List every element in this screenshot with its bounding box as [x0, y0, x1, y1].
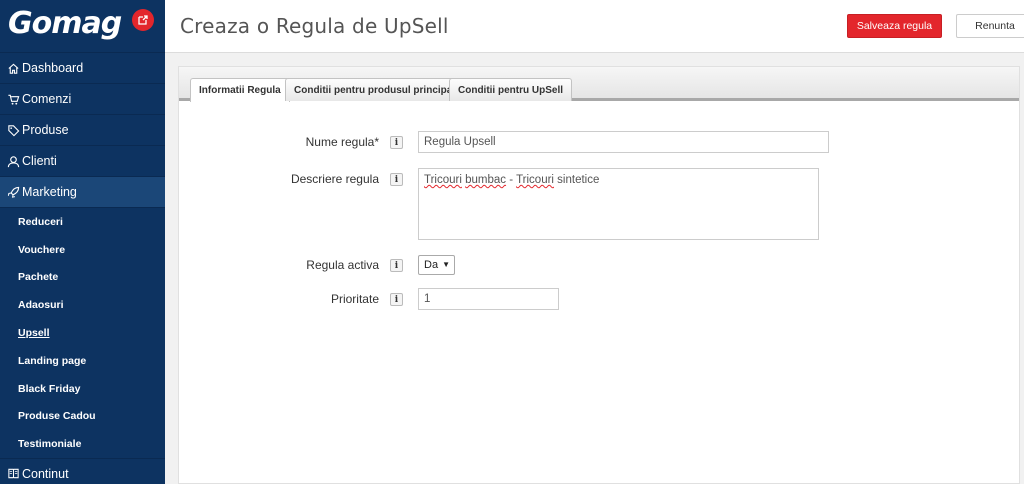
sidebar-item-label: Continut [22, 466, 69, 481]
sidebar: Gomag Dashboard Comenzi Produse Clienti … [0, 0, 165, 484]
info-icon[interactable]: i [390, 293, 403, 306]
home-icon [7, 62, 20, 75]
sidebar-item-label: Clienti [22, 154, 57, 168]
submenu-item-landing-page[interactable]: Landing page [0, 347, 165, 375]
submenu-item-upsell[interactable]: Upsell [0, 319, 165, 347]
info-icon[interactable]: i [390, 173, 403, 186]
rocket-icon [7, 186, 20, 199]
description-word: sintetice [553, 174, 600, 186]
sidebar-item-label: Produse [22, 123, 69, 137]
page-title: Creaza o Regula de UpSell [180, 14, 449, 38]
submenu-item-label: Upsell [18, 327, 50, 340]
tab-conditii-upsell[interactable]: Conditii pentru UpSell [449, 78, 572, 101]
tag-icon [7, 124, 20, 137]
sidebar-item-comenzi[interactable]: Comenzi [0, 84, 165, 115]
submenu-item-produse-cadou[interactable]: Produse Cadou [0, 403, 165, 431]
sidebar-item-continut[interactable]: Continut [0, 458, 165, 484]
sidebar-item-label: Marketing [22, 185, 77, 199]
description-textarea[interactable]: Tricouri bumbac - Tricouri sintetice [418, 168, 819, 240]
name-label: Nume regula* [305, 135, 379, 149]
tab-bar: Informatii Regula Conditii pentru produs… [179, 67, 1019, 102]
sidebar-item-label: Comenzi [22, 92, 72, 106]
submenu-item-label: Reduceri [18, 215, 63, 228]
info-icon[interactable]: i [390, 136, 403, 149]
content-panel: Informatii Regula Conditii pentru produs… [178, 66, 1020, 484]
description-word: bumbac [465, 174, 507, 186]
submenu-item-label: Testimoniale [18, 438, 82, 451]
logo[interactable]: Gomag [8, 6, 122, 41]
cancel-button[interactable]: Renunta [956, 14, 1024, 38]
submenu-item-label: Adaosuri [18, 299, 64, 312]
page-header: Creaza o Regula de UpSell Salveaza regul… [165, 0, 1024, 53]
submenu-item-adaosuri[interactable]: Adaosuri [0, 291, 165, 319]
main-nav: Dashboard Comenzi Produse Clienti Market… [0, 53, 165, 208]
user-icon [7, 155, 20, 168]
active-select-value: Da [424, 259, 439, 271]
cart-icon [7, 93, 20, 106]
book-icon [7, 467, 20, 480]
description-label: Descriere regula [290, 172, 379, 186]
description-word: Tricouri [424, 174, 462, 186]
tab-informatii-regula[interactable]: Informatii Regula [190, 78, 290, 102]
logo-bar: Gomag [0, 0, 165, 53]
sidebar-item-label: Dashboard [22, 61, 84, 75]
sidebar-item-produse[interactable]: Produse [0, 115, 165, 146]
description-word: Tricouri [516, 174, 554, 186]
tab-label: Conditii pentru UpSell [458, 84, 563, 96]
tab-label: Informatii Regula [199, 85, 281, 96]
name-field[interactable]: Regula Upsell [418, 131, 829, 153]
info-icon[interactable]: i [390, 259, 403, 272]
submenu-item-testimoniale[interactable]: Testimoniale [0, 430, 165, 458]
submenu-item-black-friday[interactable]: Black Friday [0, 375, 165, 403]
submenu-item-pachete[interactable]: Pachete [0, 264, 165, 292]
external-link-icon [138, 15, 148, 25]
tab-label: Conditii pentru produsul principal [294, 84, 456, 96]
description-word: - [506, 174, 517, 186]
active-label: Regula activa [306, 258, 379, 272]
submenu-item-label: Pachete [18, 271, 59, 284]
submenu-item-label: Vouchere [18, 243, 66, 256]
tab-conditii-produs-principal[interactable]: Conditii pentru produsul principal [285, 78, 465, 101]
save-button[interactable]: Salveaza regula [847, 14, 942, 38]
submenu-item-label: Landing page [18, 354, 87, 367]
submenu-item-label: Produse Cadou [18, 410, 96, 423]
active-select[interactable]: Da ▼ [418, 255, 455, 275]
chevron-down-icon: ▼ [442, 260, 450, 269]
secondary-nav: Continut [0, 458, 165, 484]
sidebar-item-dashboard[interactable]: Dashboard [0, 53, 165, 84]
marketing-submenu: Reduceri Vouchere Pachete Adaosuri Upsel… [0, 208, 165, 458]
sidebar-item-marketing[interactable]: Marketing [0, 177, 165, 208]
external-link-button[interactable] [132, 9, 154, 31]
sidebar-item-clienti[interactable]: Clienti [0, 146, 165, 177]
submenu-item-label: Black Friday [18, 382, 81, 395]
submenu-item-reduceri[interactable]: Reduceri [0, 208, 165, 236]
priority-field[interactable]: 1 [418, 288, 559, 310]
priority-label: Prioritate [330, 292, 379, 306]
submenu-item-vouchere[interactable]: Vouchere [0, 236, 165, 264]
